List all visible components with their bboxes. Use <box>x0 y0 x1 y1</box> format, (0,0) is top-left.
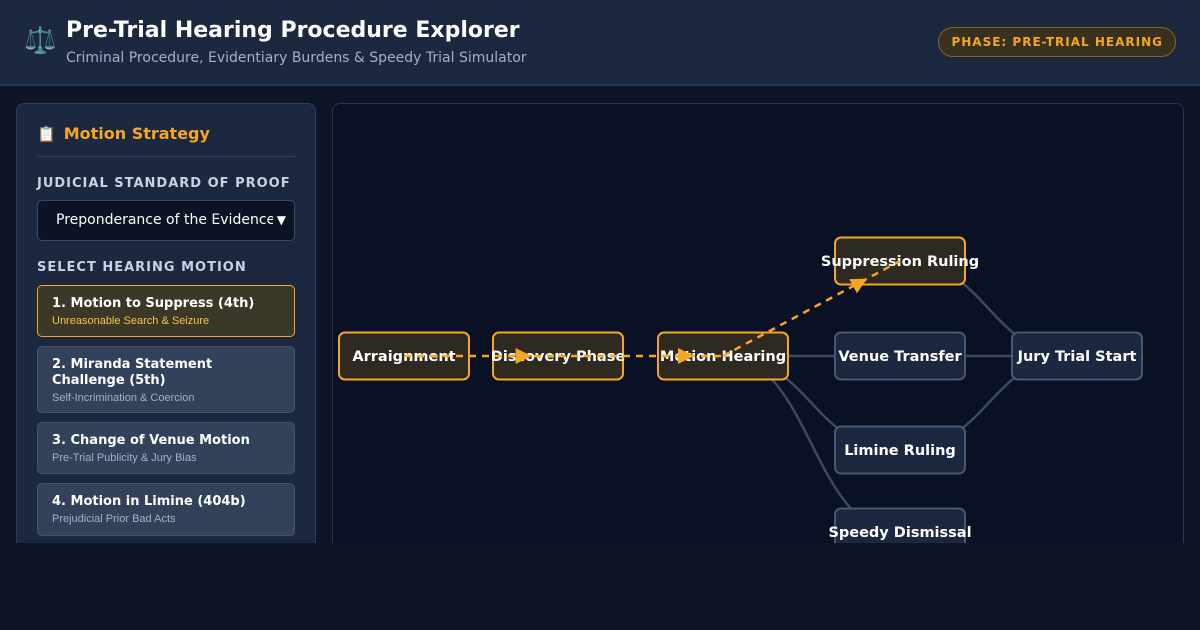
motion-item-subtitle: Unreasonable Search & Seizure <box>52 315 210 327</box>
motion-item-title: 3. Change of Venue Motion <box>52 433 250 448</box>
chevron-down-icon: ▼ <box>272 201 286 240</box>
flow-nodes: ArraignmentDiscovery PhaseMotion Hearing… <box>338 236 1143 557</box>
flow-node-label: Jury Trial Start <box>1017 349 1137 365</box>
flow-edges <box>722 259 1078 534</box>
page-footer-area <box>0 543 1200 630</box>
motion-item-title: 4. Motion in Limine (404b) <box>52 494 246 509</box>
motion-item-venue[interactable]: 3. Change of Venue Motion Pre-Trial Publ… <box>37 422 295 474</box>
standard-of-proof-value: Preponderance of the Evidence ( <box>56 212 286 228</box>
panel-title-label: Motion Strategy <box>63 124 210 143</box>
motion-item-limine[interactable]: 4. Motion in Limine (404b) Prejudicial P… <box>37 483 295 536</box>
flow-node-label: Limine Ruling <box>844 443 956 459</box>
flow-node-limine[interactable]: Limine Ruling <box>834 425 966 475</box>
standard-of-proof-label: JUDICIAL STANDARD OF PROOF <box>37 176 291 191</box>
motion-item-subtitle: Self-Incrimination & Coercion <box>52 392 195 404</box>
procedure-flow-canvas: ArraignmentDiscovery PhaseMotion Hearing… <box>332 103 1184 563</box>
flow-node-venue[interactable]: Venue Transfer <box>834 331 966 381</box>
page-subtitle: Criminal Procedure, Evidentiary Burdens … <box>66 50 527 66</box>
motion-item-subtitle: Pre-Trial Publicity & Jury Bias <box>52 452 197 464</box>
app-header: ⚖️ Pre-Trial Hearing Procedure Explorer … <box>0 0 1200 86</box>
hearing-motion-label: SELECT HEARING MOTION <box>37 260 247 275</box>
scales-icon: ⚖️ <box>24 26 57 56</box>
panel-divider <box>37 156 295 157</box>
motion-item-subtitle: Prejudicial Prior Bad Acts <box>52 513 176 525</box>
flow-node-label: Venue Transfer <box>838 349 962 365</box>
flow-node-jury[interactable]: Jury Trial Start <box>1011 331 1143 381</box>
procedure-flow-diagram: ArraignmentDiscovery PhaseMotion Hearing… <box>338 236 1143 557</box>
page-title: Pre-Trial Hearing Procedure Explorer <box>66 18 520 43</box>
motion-item-miranda[interactable]: 2. Miranda Statement Challenge (5th) Sel… <box>37 346 295 413</box>
flow-active-path <box>404 259 901 364</box>
motion-strategy-panel: 📋 Motion Strategy JUDICIAL STANDARD OF PR… <box>16 103 316 563</box>
standard-of-proof-select[interactable]: Preponderance of the Evidence ( ▼ <box>37 200 295 241</box>
flow-node-label: Speedy Dismissal <box>828 525 971 541</box>
phase-badge: PHASE: PRE-TRIAL HEARING <box>938 27 1176 57</box>
clipboard-icon: 📋 <box>37 125 56 143</box>
motion-item-suppress[interactable]: 1. Motion to Suppress (4th) Unreasonable… <box>37 285 295 337</box>
panel-title: 📋 Motion Strategy <box>37 124 210 143</box>
motion-item-title: 2. Miranda Statement Challenge (5th) <box>52 357 213 388</box>
motion-item-title: 1. Motion to Suppress (4th) <box>52 296 255 311</box>
